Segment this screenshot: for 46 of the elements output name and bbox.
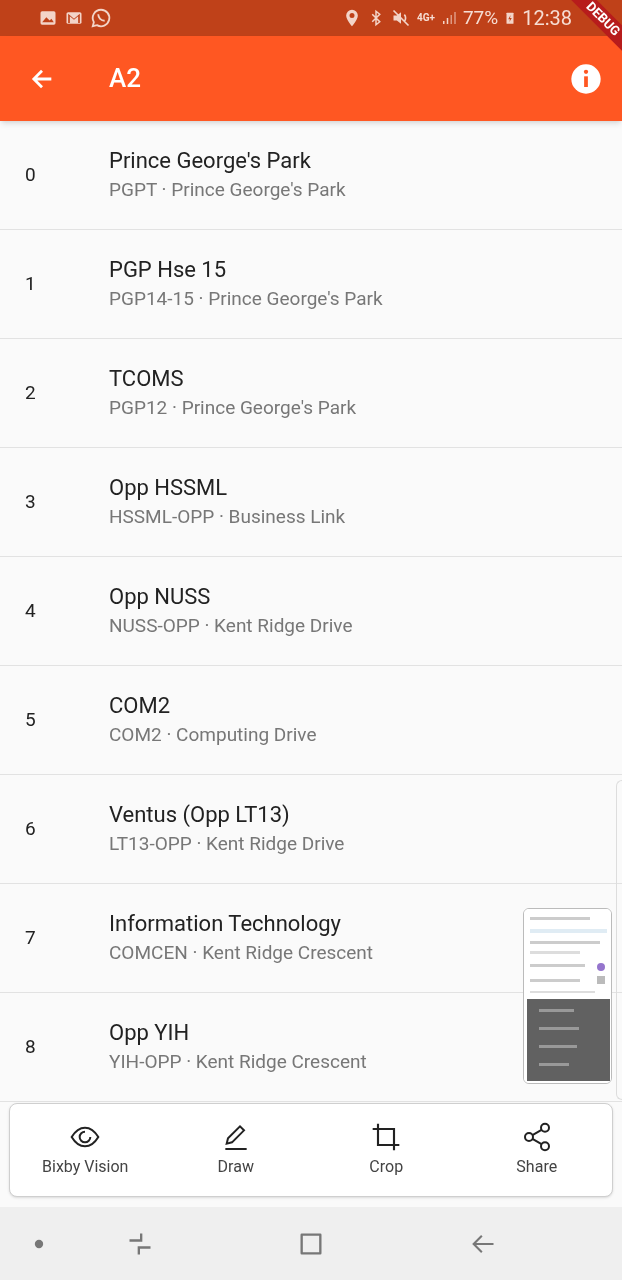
stop-detail: PGPT · Prince George's Park: [109, 177, 346, 203]
stop-index: 8: [24, 1033, 37, 1060]
stop-detail: COM2 · Computing Drive: [109, 722, 317, 748]
stop-detail: PGP12 · Prince George's Park: [109, 395, 357, 421]
pencil-tool-button[interactable]: Draw: [160, 1104, 311, 1196]
battery-percent: 77%: [462, 4, 499, 31]
stop-detail: COMCEN · Kent Ridge Crescent: [109, 940, 374, 966]
stop-row[interactable]: 2 TCOMS PGP12 · Prince George's Park: [0, 339, 622, 448]
stop-index: 1: [24, 270, 37, 297]
stop-detail: PGP14-15 · Prince George's Park: [109, 286, 383, 312]
stop-index: 4: [24, 597, 37, 624]
stop-detail: YIH-OPP · Kent Ridge Crescent: [109, 1049, 367, 1075]
stop-index: 5: [24, 706, 37, 733]
clock: 12:38: [522, 5, 572, 32]
stop-index: 6: [24, 815, 37, 842]
stop-name: Prince George's Park: [109, 147, 312, 175]
stop-row[interactable]: 1 PGP Hse 15 PGP14-15 · Prince George's Park: [0, 230, 622, 339]
stop-detail: NUSS-OPP · Kent Ridge Drive: [109, 613, 353, 639]
crop-tool-button[interactable]: Crop: [311, 1104, 462, 1196]
stop-detail: HSSML-OPP · Business Link: [109, 504, 346, 530]
stop-name: PGP Hse 15: [109, 256, 228, 284]
share-tool-button[interactable]: Share: [461, 1104, 612, 1196]
stop-name: Information Technology: [109, 910, 343, 938]
stop-detail: LT13-OPP · Kent Ridge Drive: [109, 831, 345, 857]
info-icon[interactable]: [570, 62, 602, 95]
stop-row[interactable]: 0 Prince George's Park PGPT · Prince George's Park: [0, 121, 622, 230]
stop-index: 3: [24, 488, 37, 515]
stop-name: Opp YIH: [109, 1019, 191, 1047]
stop-row[interactable]: 5 COM2 COM2 · Computing Drive: [0, 666, 622, 775]
stop-name: TCOMS: [109, 365, 185, 393]
stop-name: COM2: [109, 692, 172, 720]
stop-row[interactable]: 6 Ventus (Opp LT13) LT13-OPP · Kent Ridge Drive: [0, 775, 622, 884]
page-title: A2: [109, 62, 143, 95]
dot-icon[interactable]: [34, 1238, 44, 1249]
stop-row[interactable]: 4 Opp NUSS NUSS-OPP · Kent Ridge Drive: [0, 557, 622, 666]
chat-icon: [90, 7, 112, 29]
image-icon: [38, 8, 58, 28]
stop-index: 0: [24, 161, 37, 188]
stop-name: Opp HSSML: [109, 474, 229, 502]
stop-index: 7: [24, 924, 37, 951]
network-label: 4G+: [416, 13, 435, 23]
stop-name: Opp NUSS: [109, 583, 212, 611]
stop-index: 2: [24, 379, 37, 406]
stop-row[interactable]: 3 Opp HSSML HSSML-OPP · Business Link: [0, 448, 622, 557]
eye-tool-button[interactable]: Bixby Vision: [10, 1104, 161, 1196]
stop-name: Ventus (Opp LT13): [109, 801, 291, 829]
